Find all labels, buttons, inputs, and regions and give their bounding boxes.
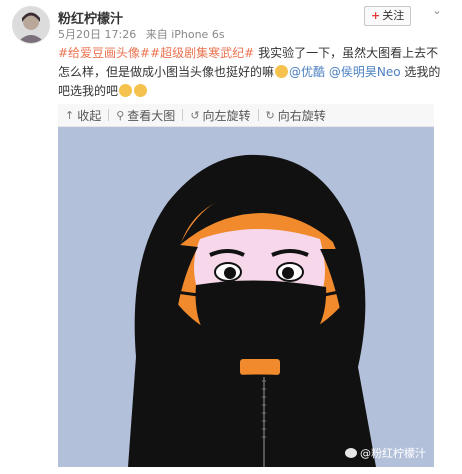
rotate-right-label: 向右旋转 — [277, 108, 326, 123]
post-source: 来自 iPhone 6s — [145, 28, 225, 41]
watermark-text: @粉红柠檬汁 — [360, 447, 426, 460]
smile-emoji-icon — [275, 65, 289, 78]
mention-youku[interactable]: @优酷 — [289, 65, 325, 79]
post-meta: 5月20日 17:26 来自 iPhone 6s — [58, 26, 225, 42]
collapse-label: 收起 — [77, 108, 102, 123]
chevron-down-icon[interactable]: ⌄ — [430, 4, 444, 18]
avatar[interactable] — [12, 6, 50, 44]
post-image[interactable]: @粉红柠檬汁 — [58, 127, 434, 467]
mention-neo[interactable]: @侯明昊Neo — [329, 65, 401, 79]
hooded-figure-illustration — [58, 127, 434, 467]
view-large-button[interactable]: ⚲ 查看大图 — [109, 104, 182, 126]
rotate-left-button[interactable]: ↺ 向左旋转 — [183, 104, 257, 126]
pray-emoji-icon — [134, 84, 148, 97]
rotate-left-label: 向左旋转 — [202, 108, 251, 123]
image-watermark: @粉红柠檬汁 — [345, 445, 426, 461]
weibo-icon — [345, 448, 357, 458]
rotate-right-icon: ↻ — [265, 108, 275, 122]
post-text: #给爱豆画头像##超级剧集寒武纪# 我实验了一下，虽然大图看上去不怎么样，但是做… — [58, 44, 450, 101]
rotate-left-icon: ↺ — [190, 108, 200, 122]
post-time[interactable]: 5月20日 17:26 — [58, 28, 136, 41]
rotate-right-button[interactable]: ↻ 向右旋转 — [259, 104, 333, 126]
view-large-label: 查看大图 — [127, 108, 176, 123]
follow-label: 关注 — [382, 9, 405, 22]
search-icon: ⚲ — [116, 108, 125, 122]
post-header: 粉红柠檬汁 5月20日 17:26 来自 iPhone 6s + 关注 ⌄ — [0, 0, 462, 44]
pray-emoji-icon — [119, 84, 133, 97]
collapse-button[interactable]: ↑ 收起 — [58, 104, 108, 126]
image-toolbar: ↑ 收起 ⚲ 查看大图 ↺ 向左旋转 ↻ 向右旋转 — [58, 104, 434, 127]
follow-button[interactable]: + 关注 — [364, 6, 412, 26]
arrow-up-icon: ↑ — [65, 108, 75, 122]
plus-icon: + — [371, 9, 381, 22]
username[interactable]: 粉红柠檬汁 — [58, 8, 123, 27]
topic-tag-2[interactable]: #超级剧集寒武纪# — [150, 46, 254, 60]
topic-tag-1[interactable]: #给爱豆画头像# — [58, 46, 150, 60]
